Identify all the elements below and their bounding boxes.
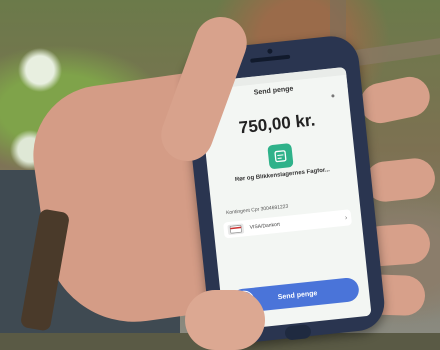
thumb-bottom: [185, 290, 265, 350]
credit-card-icon: [227, 223, 244, 235]
front-camera: [267, 48, 272, 53]
finger-index: [357, 73, 434, 127]
earpiece: [250, 55, 290, 63]
payment-card-label: VISA/Dankort: [249, 215, 345, 231]
finger-middle: [363, 156, 437, 203]
payment-amount: 750,00 kr.: [202, 107, 351, 142]
nav-title: Send penge: [253, 85, 293, 96]
dot: [331, 94, 334, 97]
chevron-right-icon: ›: [345, 214, 348, 221]
receipt-icon: [267, 143, 293, 169]
send-button-label: Send penge: [254, 287, 341, 303]
home-button[interactable]: [284, 324, 311, 341]
